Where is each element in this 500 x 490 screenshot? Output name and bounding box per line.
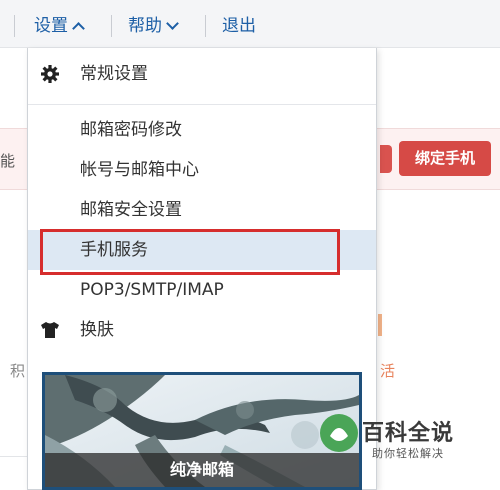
skin-label: 纯净邮箱 xyxy=(45,453,359,487)
gear-icon xyxy=(41,65,59,83)
points-text-fragment: 积 xyxy=(10,362,26,380)
divider xyxy=(0,456,30,457)
menu-item-pop3-smtp-imap[interactable]: POP3/SMTP/IMAP xyxy=(28,270,376,310)
nav-logout-label: 退出 xyxy=(222,16,256,36)
menu-item-label: 邮箱安全设置 xyxy=(80,200,182,220)
menu-item-label: POP3/SMTP/IMAP xyxy=(80,280,224,300)
nav-logout[interactable]: 退出 xyxy=(222,14,256,38)
nav-settings[interactable]: 设置 xyxy=(34,14,85,38)
nav-separator xyxy=(14,15,15,37)
menu-item-skin[interactable]: 换肤 xyxy=(28,310,376,350)
menu-item-phone-service[interactable]: 手机服务 xyxy=(28,230,376,270)
notice-text-fragment: 能 xyxy=(0,152,16,170)
menu-item-label: 常规设置 xyxy=(80,64,148,84)
menu-item-security[interactable]: 邮箱安全设置 xyxy=(28,190,376,230)
watermark-title: 百科全说 xyxy=(362,421,455,446)
watermark-subtitle: 助你轻松解决 xyxy=(372,447,444,460)
orange-button-fragment xyxy=(378,314,382,336)
bind-phone-button[interactable]: 绑定手机 xyxy=(399,141,491,176)
watermark-logo xyxy=(320,414,358,452)
nav-settings-label: 设置 xyxy=(34,16,68,36)
top-nav-bar: 设置 帮助 退出 xyxy=(0,0,500,48)
menu-item-general-settings[interactable]: 常规设置 xyxy=(28,54,376,94)
nav-separator xyxy=(205,15,206,37)
menu-item-label: 邮箱密码修改 xyxy=(80,120,182,140)
menu-item-account-center[interactable]: 帐号与邮箱中心 xyxy=(28,150,376,190)
nav-separator xyxy=(111,15,112,37)
nav-help[interactable]: 帮助 xyxy=(128,14,179,38)
menu-divider xyxy=(28,104,376,105)
menu-item-password[interactable]: 邮箱密码修改 xyxy=(28,110,376,150)
menu-item-label: 帐号与邮箱中心 xyxy=(80,160,199,180)
notice-button-fragment xyxy=(380,145,392,173)
tshirt-icon xyxy=(41,322,59,338)
menu-item-label: 手机服务 xyxy=(80,240,148,260)
activate-link-fragment[interactable]: 活 xyxy=(380,360,395,381)
skin-preview-thumbnail[interactable]: 纯净邮箱 xyxy=(42,372,362,490)
chevron-up-icon xyxy=(72,22,85,35)
chevron-down-icon xyxy=(166,17,179,30)
menu-item-label: 换肤 xyxy=(80,320,114,340)
nav-help-label: 帮助 xyxy=(128,16,162,36)
